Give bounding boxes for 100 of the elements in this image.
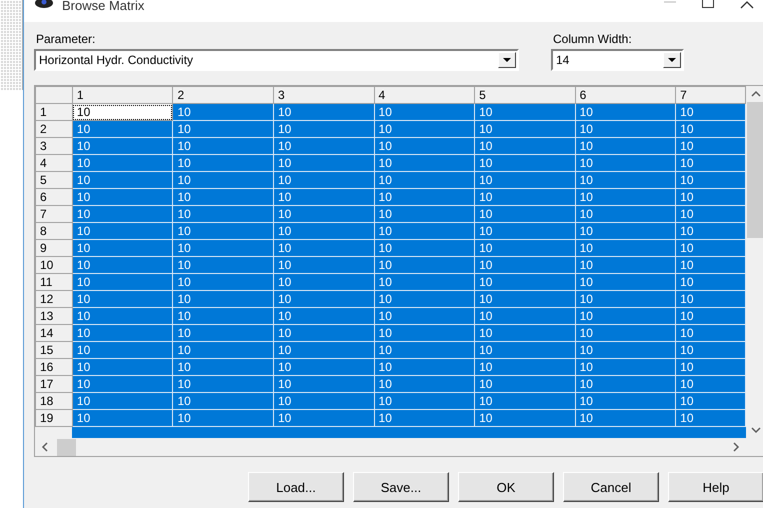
table-cell[interactable]: 10 [474, 120, 576, 138]
table-cell[interactable]: 10 [374, 222, 475, 240]
row-header[interactable]: 10 [36, 256, 72, 274]
row-header[interactable]: 18 [36, 392, 72, 410]
table-cell[interactable]: 10 [474, 410, 576, 426]
table-cell[interactable]: 10 [374, 274, 475, 290]
table-cell[interactable]: 10 [676, 410, 746, 426]
table-cell[interactable]: 10 [72, 154, 173, 172]
scroll-down-icon[interactable] [750, 425, 760, 435]
table-cell[interactable]: 10 [172, 290, 274, 308]
row-header[interactable]: 5 [36, 172, 72, 188]
table-cell[interactable]: 10 [374, 206, 475, 222]
table-cell[interactable]: 10 [676, 342, 746, 358]
table-cell[interactable]: 10 [72, 392, 173, 410]
table-cell[interactable]: 10 [474, 358, 576, 376]
table-cell[interactable]: 10 [676, 206, 746, 222]
table-cell[interactable]: 10 [273, 358, 374, 376]
table-cell[interactable]: 10 [72, 410, 173, 426]
table-cell[interactable]: 10 [676, 274, 746, 290]
row-header[interactable]: 8 [36, 222, 72, 240]
table-cell[interactable]: 10 [575, 410, 676, 426]
table-cell[interactable]: 10 [676, 138, 746, 154]
table-cell[interactable]: 10 [273, 410, 374, 426]
table-cell[interactable]: 10 [72, 120, 173, 138]
table-cell[interactable]: 10 [474, 308, 576, 324]
column-width-dropdown[interactable]: 14 [551, 49, 684, 71]
table-cell[interactable]: 10 [575, 290, 676, 308]
table-cell[interactable]: 10 [474, 104, 576, 120]
table-cell[interactable]: 10 [676, 104, 746, 120]
row-header[interactable]: 4 [36, 154, 72, 172]
table-cell[interactable]: 10 [474, 324, 576, 342]
table-cell[interactable]: 10 [374, 154, 475, 172]
table-cell[interactable]: 10 [575, 172, 676, 188]
table-cell[interactable]: 10 [72, 290, 173, 308]
row-header[interactable]: 19 [36, 410, 72, 426]
table-cell[interactable]: 10 [575, 274, 676, 290]
maximize-icon[interactable] [702, 0, 714, 8]
table-cell[interactable]: 10 [273, 120, 374, 138]
table-cell[interactable]: 10 [172, 256, 274, 274]
table-cell[interactable]: 10 [374, 104, 475, 120]
table-cell[interactable]: 10 [575, 154, 676, 172]
table-cell[interactable]: 10 [676, 290, 746, 308]
dialog-button[interactable]: Save... [353, 472, 449, 502]
table-cell[interactable]: 10 [273, 290, 374, 308]
table-cell[interactable]: 10 [172, 324, 274, 342]
parameter-dropdown[interactable]: Horizontal Hydr. Conductivity [34, 49, 519, 71]
table-cell[interactable]: 10 [172, 188, 274, 206]
table-cell[interactable]: 10 [676, 240, 746, 256]
table-cell[interactable]: 10 [575, 392, 676, 410]
table-cell[interactable]: 10 [72, 188, 173, 206]
dialog-button[interactable]: Help [668, 472, 763, 502]
row-header[interactable]: 15 [36, 342, 72, 358]
table-cell[interactable]: 10 [273, 172, 374, 188]
table-cell[interactable]: 10 [374, 172, 475, 188]
table-cell[interactable]: 10 [374, 376, 475, 392]
table-cell[interactable]: 10 [474, 222, 576, 240]
table-cell[interactable]: 10 [172, 120, 274, 138]
table-cell[interactable]: 10 [575, 256, 676, 274]
table-cell[interactable]: 10 [474, 256, 576, 274]
table-cell[interactable]: 10 [172, 172, 274, 188]
table-cell[interactable]: 10 [575, 206, 676, 222]
table-cell[interactable]: 10 [575, 240, 676, 256]
table-cell[interactable]: 10 [474, 392, 576, 410]
table-cell[interactable]: 10 [575, 342, 676, 358]
table-cell[interactable]: 10 [273, 342, 374, 358]
table-cell[interactable]: 10 [474, 206, 576, 222]
scrollbar-thumb[interactable] [57, 438, 76, 456]
table-cell[interactable]: 10 [72, 222, 173, 240]
table-cell[interactable]: 10 [575, 222, 676, 240]
table-cell[interactable]: 10 [474, 240, 576, 256]
table-cell[interactable]: 10 [676, 392, 746, 410]
table-cell[interactable]: 10 [374, 120, 475, 138]
table-cell[interactable]: 10 [374, 324, 475, 342]
table-cell[interactable]: 10 [676, 188, 746, 206]
row-header[interactable]: 12 [36, 290, 72, 308]
table-cell[interactable]: 10 [273, 154, 374, 172]
table-cell[interactable]: 10 [72, 104, 173, 120]
table-cell[interactable]: 10 [374, 392, 475, 410]
table-cell[interactable]: 10 [72, 274, 173, 290]
scroll-right-icon[interactable] [731, 442, 741, 452]
column-header[interactable]: 4 [374, 86, 475, 104]
table-cell[interactable]: 10 [273, 240, 374, 256]
table-cell[interactable]: 10 [72, 172, 173, 188]
scroll-left-icon[interactable] [40, 442, 50, 452]
table-cell[interactable]: 10 [676, 324, 746, 342]
table-cell[interactable]: 10 [575, 104, 676, 120]
table-cell[interactable]: 10 [172, 410, 274, 426]
table-cell[interactable]: 10 [676, 376, 746, 392]
column-header[interactable]: 3 [273, 86, 374, 104]
table-cell[interactable]: 10 [72, 376, 173, 392]
table-cell[interactable]: 10 [172, 104, 274, 120]
table-cell[interactable]: 10 [72, 206, 173, 222]
table-cell[interactable]: 10 [72, 240, 173, 256]
dialog-button[interactable]: Load... [248, 472, 344, 502]
table-cell[interactable]: 10 [575, 358, 676, 376]
table-cell[interactable]: 10 [474, 274, 576, 290]
table-cell[interactable]: 10 [676, 256, 746, 274]
row-header[interactable]: 9 [36, 240, 72, 256]
table-cell[interactable]: 10 [72, 256, 173, 274]
table-cell[interactable]: 10 [374, 290, 475, 308]
